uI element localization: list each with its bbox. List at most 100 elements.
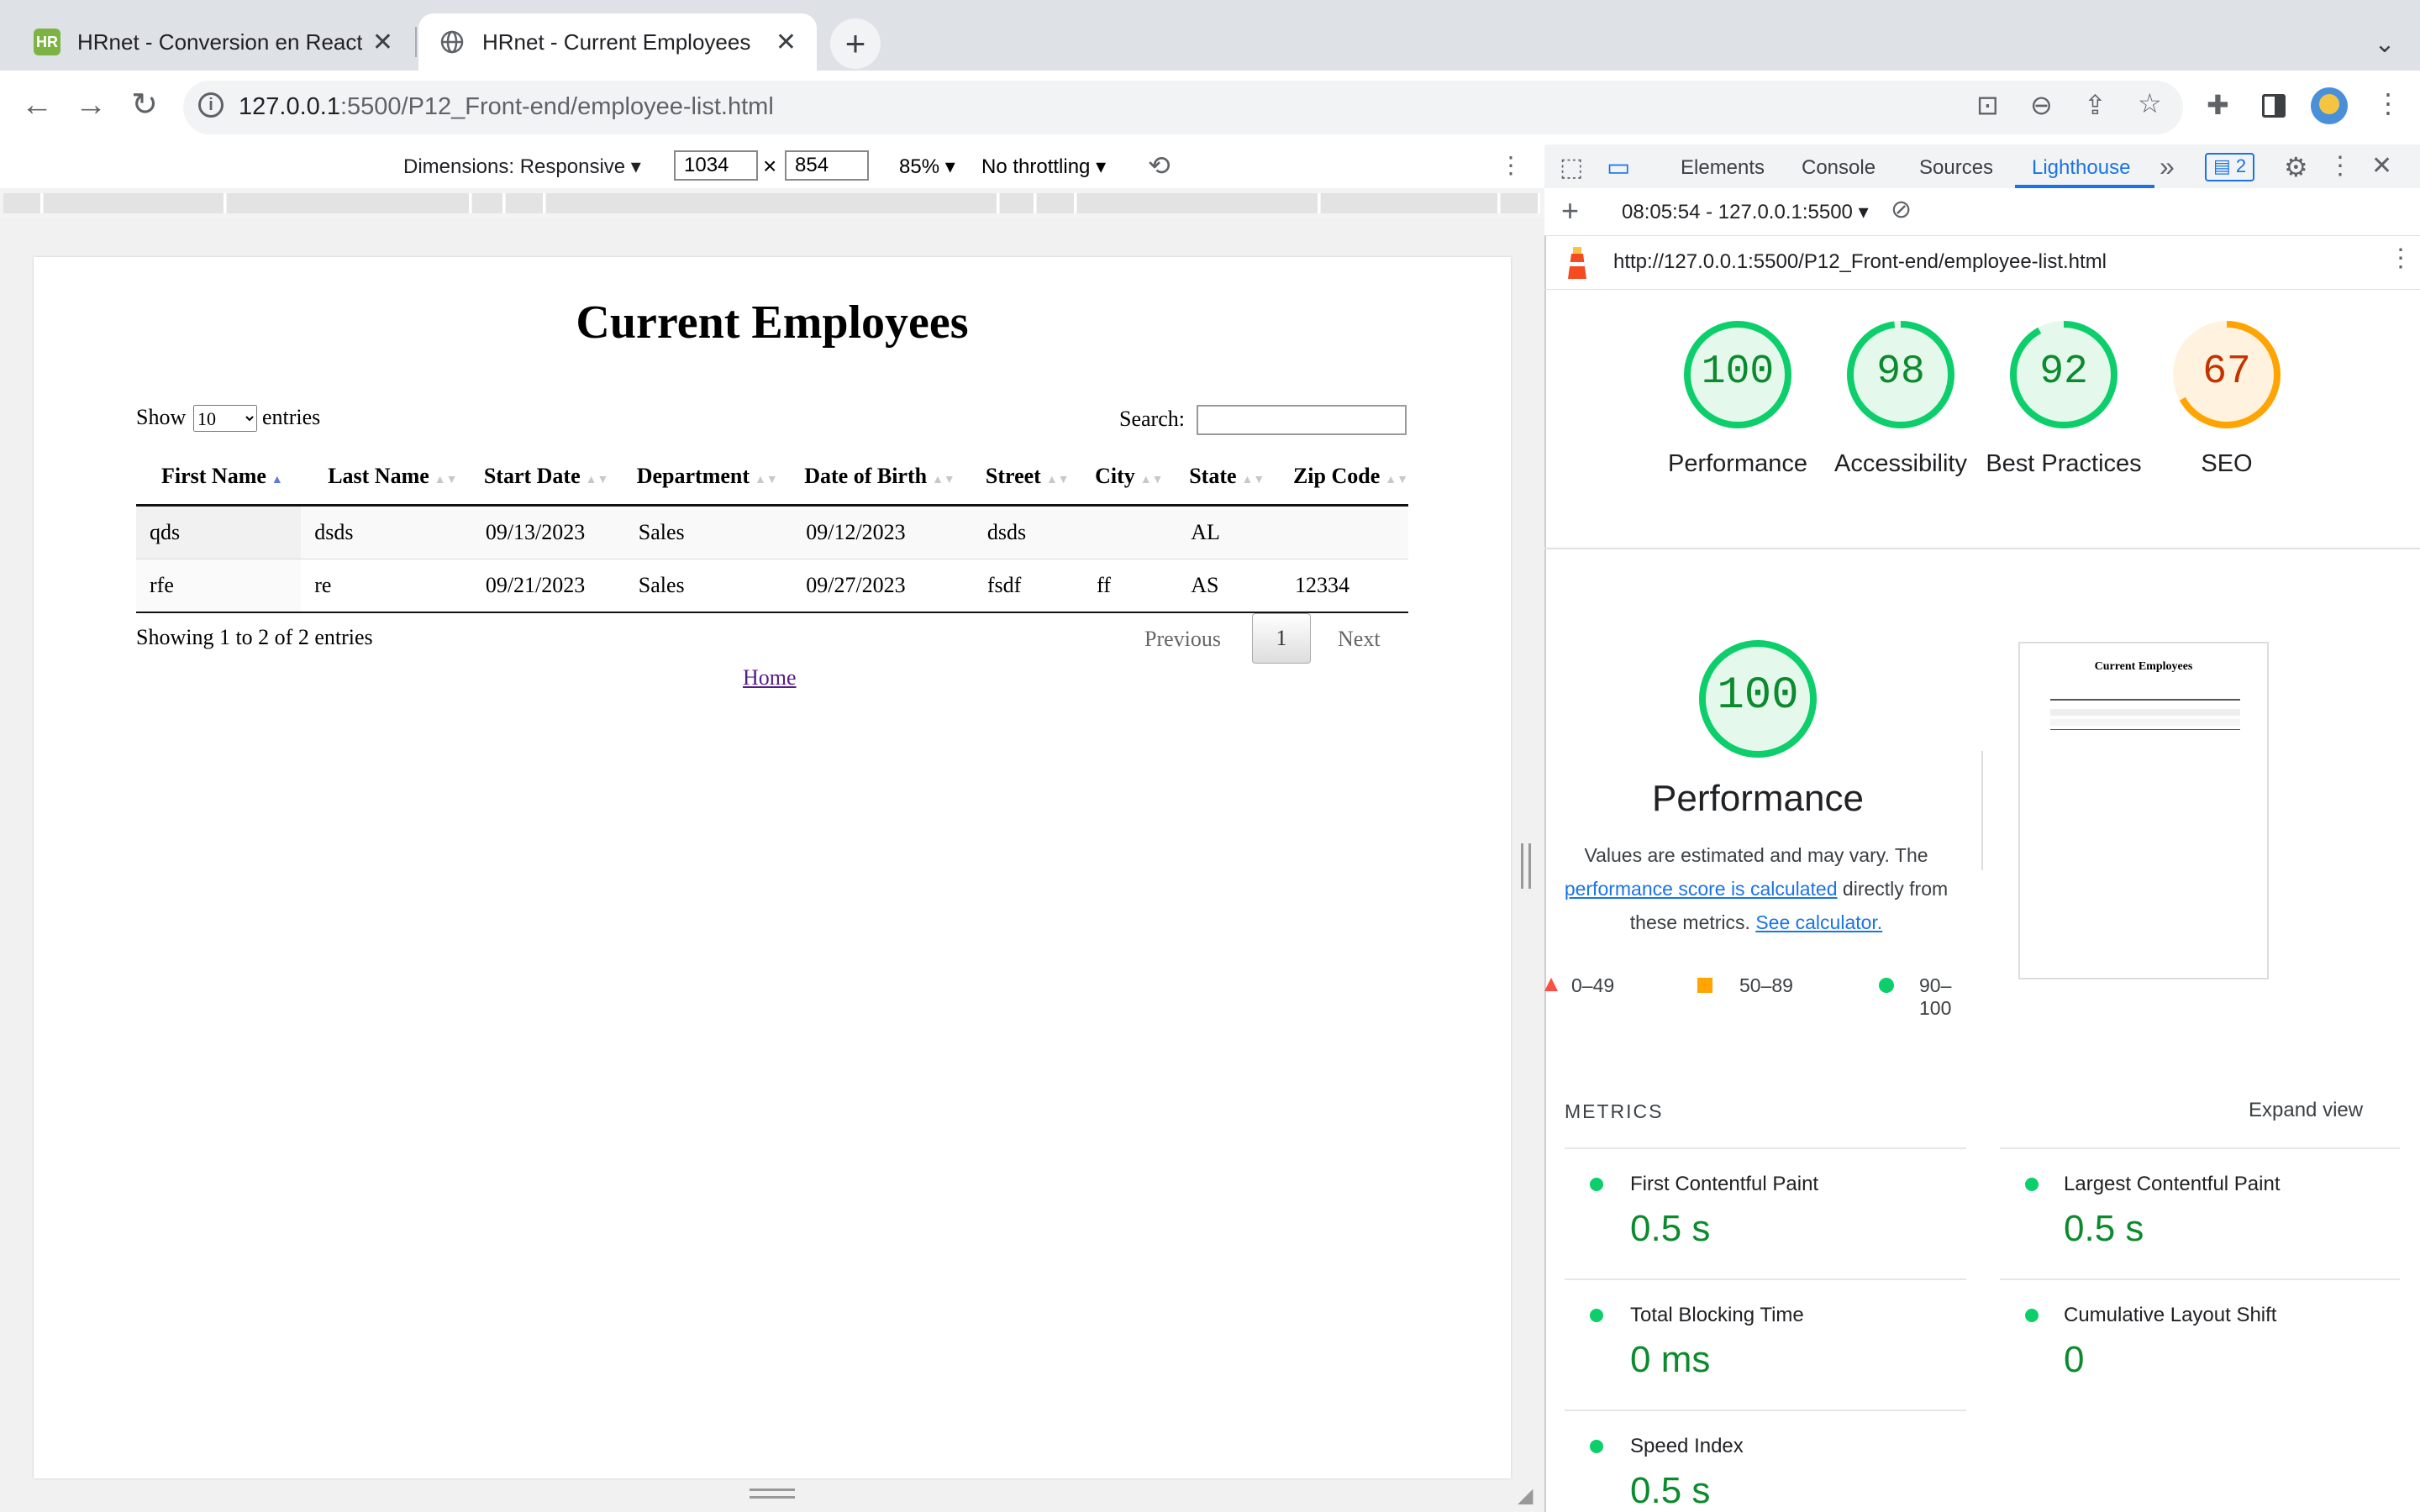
cell-state: AS xyxy=(1177,559,1281,613)
ruler-segment[interactable] xyxy=(472,193,505,213)
tab-elements[interactable]: Elements xyxy=(1681,156,1765,180)
browser-menu-icon[interactable]: ⋮ xyxy=(2375,87,2402,119)
ruler-segment[interactable] xyxy=(44,193,226,213)
side-panel-icon[interactable] xyxy=(2262,94,2286,118)
table-info: Showing 1 to 2 of 2 entries xyxy=(136,625,373,649)
metric-speed-index: Speed Index 0.5 s xyxy=(1565,1410,1966,1512)
issues-badge[interactable]: ▤ 2 xyxy=(2205,153,2255,181)
sort-asc-icon: ▲ xyxy=(271,474,283,486)
score-gauge-seo[interactable]: 67 xyxy=(2171,319,2282,430)
extensions-icon[interactable]: ✚ xyxy=(2207,89,2229,121)
report-menu-icon[interactable]: ⋮ xyxy=(2388,244,2413,273)
home-link[interactable]: Home xyxy=(743,665,797,690)
see-calculator-link[interactable]: See calculator. xyxy=(1755,911,1882,933)
sort-icon: ▲▼ xyxy=(1139,474,1164,486)
score-calculated-link[interactable]: performance score is calculated xyxy=(1565,878,1838,900)
column-header-zip-code[interactable]: Zip Code ▲▼ xyxy=(1281,449,1408,507)
expand-view-button[interactable]: Expand view xyxy=(2249,1099,2363,1122)
cell-first-name: qds xyxy=(136,505,302,559)
desc-text-1: Values are estimated and may vary. The xyxy=(1584,844,1928,866)
pass-circle-icon xyxy=(1879,978,1894,993)
device-toggle-icon[interactable]: ▭ xyxy=(1607,153,1630,182)
url-text[interactable]: 127.0.0.1:5500/P12_Front-end/employee-li… xyxy=(239,93,774,121)
viewport-resize-corner-icon[interactable]: ◢ xyxy=(1518,1483,1533,1508)
sort-icon: ▲▼ xyxy=(755,474,778,486)
search-input[interactable] xyxy=(1197,405,1407,435)
close-devtools-icon[interactable]: ✕ xyxy=(2371,151,2392,181)
column-header-street[interactable]: Street ▲▼ xyxy=(973,449,1084,507)
column-header-state[interactable]: State ▲▼ xyxy=(1177,449,1281,507)
profile-avatar[interactable] xyxy=(2311,87,2348,124)
cell-date-of-birth: 09/12/2023 xyxy=(792,505,974,559)
fail-triangle-icon xyxy=(1544,978,1558,991)
devtools-menu-icon[interactable]: ⋮ xyxy=(2328,151,2353,181)
inspect-element-icon[interactable]: ⬚ xyxy=(1560,153,1583,182)
cell-city: ff xyxy=(1083,559,1178,613)
settings-gear-icon[interactable]: ⚙ xyxy=(2284,151,2308,183)
column-header-start-date[interactable]: Start Date ▲▼ xyxy=(471,449,625,507)
cell-last-name: re xyxy=(301,559,472,613)
ruler-segment[interactable] xyxy=(506,193,545,213)
score-legend: 0–49 50–89 90–100 xyxy=(1544,974,1951,1019)
browser-tab-hrnet-react[interactable]: HR HRnet - Conversion en React ✕ xyxy=(13,13,413,71)
column-header-last-name[interactable]: Last Name ▲▼ xyxy=(301,449,472,507)
cell-city xyxy=(1083,505,1178,559)
column-header-date-of-birth[interactable]: Date of Birth ▲▼ xyxy=(792,449,974,507)
next-button[interactable]: Next xyxy=(1338,627,1381,652)
forward-arrow-icon[interactable]: → xyxy=(67,87,114,123)
new-tab-button[interactable]: + xyxy=(830,18,881,69)
lighthouse-url-bar: http://127.0.0.1:5500/P12_Front-end/empl… xyxy=(1544,235,2420,290)
bookmark-star-icon[interactable]: ☆ xyxy=(2138,87,2162,119)
page-1-button[interactable]: 1 xyxy=(1252,613,1311,664)
zoom-dropdown[interactable]: 85% ▾ xyxy=(899,155,955,179)
report-select[interactable]: 08:05:54 - 127.0.0.1:5500 ▾ xyxy=(1622,200,1869,224)
score-gauge-performance[interactable]: 100 xyxy=(1682,319,1793,430)
column-header-first-name[interactable]: First Name ▲ xyxy=(136,449,302,507)
score-gauge-best-practices[interactable]: 92 xyxy=(2008,319,2119,430)
tab-lighthouse[interactable]: Lighthouse xyxy=(2032,156,2130,180)
thumbnail-row xyxy=(2050,719,2240,726)
report-url[interactable]: http://127.0.0.1:5500/P12_Front-end/empl… xyxy=(1613,250,2107,274)
ruler-segment[interactable] xyxy=(1037,193,1076,213)
cell-department: Sales xyxy=(624,559,793,613)
viewport-resize-handle-bottom[interactable] xyxy=(750,1488,795,1499)
device-toolbar-menu-icon[interactable]: ⋮ xyxy=(1499,151,1523,179)
ruler-segment[interactable] xyxy=(3,193,43,213)
tab-search-chevron-icon[interactable]: ⌄ xyxy=(2360,18,2410,69)
more-tabs-icon[interactable]: » xyxy=(2160,151,2175,182)
ruler-segment[interactable] xyxy=(1000,193,1036,213)
back-arrow-icon[interactable]: ← xyxy=(13,87,60,123)
reload-icon[interactable]: ↻ xyxy=(121,86,168,123)
column-header-city[interactable]: City ▲▼ xyxy=(1083,449,1178,507)
ruler-segment[interactable] xyxy=(1501,193,1540,213)
translate-icon[interactable]: ⊡ xyxy=(1976,89,1999,121)
throttling-dropdown[interactable]: No throttling ▾ xyxy=(981,155,1106,179)
address-bar[interactable]: i 127.0.0.1:5500/P12_Front-end/employee-… xyxy=(183,81,2183,134)
column-header-department[interactable]: Department ▲▼ xyxy=(624,449,793,507)
page-length-select[interactable]: 10 xyxy=(193,405,257,432)
ruler-segment[interactable] xyxy=(546,193,999,213)
close-tab-icon[interactable]: ✕ xyxy=(776,28,797,57)
tab-console[interactable]: Console xyxy=(1802,156,1876,180)
entries-label: entries xyxy=(262,405,321,429)
pass-dot-icon xyxy=(1590,1440,1603,1453)
dimensions-dropdown[interactable]: Dimensions: Responsive ▾ xyxy=(403,155,641,179)
score-gauge-accessibility[interactable]: 98 xyxy=(1845,319,1956,430)
site-info-icon[interactable]: i xyxy=(198,92,224,118)
clear-reports-icon[interactable]: ⊘ xyxy=(1891,195,1912,224)
viewport-height-input[interactable] xyxy=(785,150,869,181)
tab-sources[interactable]: Sources xyxy=(1919,156,1993,180)
rotate-icon[interactable]: ⟲ xyxy=(1148,150,1171,181)
browser-tab-current-employees[interactable]: HRnet - Current Employees ✕ xyxy=(418,13,817,71)
ruler-segment[interactable] xyxy=(227,193,471,213)
ruler-segment[interactable] xyxy=(1321,193,1500,213)
share-icon[interactable]: ⇪ xyxy=(2084,89,2107,121)
viewport-resize-handle-right[interactable] xyxy=(1521,843,1531,889)
new-report-plus-icon[interactable]: + xyxy=(1561,193,1579,228)
close-tab-icon[interactable]: ✕ xyxy=(372,28,393,57)
zoom-out-icon[interactable]: ⊖ xyxy=(2030,89,2053,121)
page-screenshot-thumbnail[interactable]: Current Employees xyxy=(2018,642,2269,979)
previous-button[interactable]: Previous xyxy=(1144,627,1221,652)
viewport-width-input[interactable] xyxy=(674,150,758,181)
ruler-segment[interactable] xyxy=(1077,193,1320,213)
